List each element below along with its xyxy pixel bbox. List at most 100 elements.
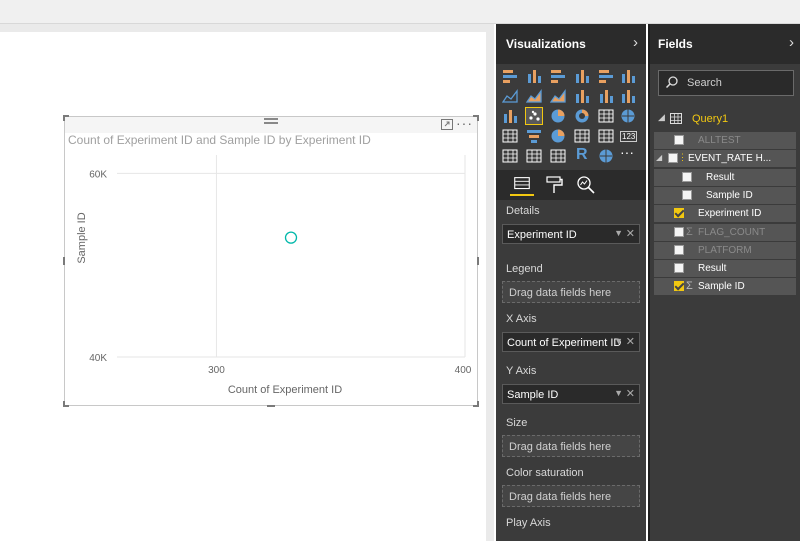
y-axis-field-pill[interactable]: Sample ID ▼ ✕ bbox=[502, 384, 640, 404]
field-row-experiment-id[interactable]: Experiment ID bbox=[654, 205, 796, 223]
field-row-result[interactable]: Result bbox=[654, 168, 796, 186]
matrix-icon[interactable] bbox=[550, 148, 566, 164]
clustered-bar-chart-icon[interactable] bbox=[550, 68, 566, 84]
field-checkbox[interactable] bbox=[674, 281, 684, 292]
field-row-result[interactable]: Result bbox=[654, 260, 796, 278]
ribbon-chart-icon[interactable] bbox=[620, 88, 636, 104]
scatter-chart-visual[interactable]: ··· Count of Experiment ID and Sample ID… bbox=[63, 115, 479, 407]
y-axis-field-name: Sample ID bbox=[507, 389, 559, 401]
scatter-point[interactable] bbox=[284, 231, 298, 244]
globe-map-icon[interactable] bbox=[598, 148, 614, 164]
field-row-platform[interactable]: PLATFORM bbox=[654, 241, 796, 259]
field-checkbox[interactable] bbox=[668, 153, 678, 164]
clustered-column-chart-icon[interactable] bbox=[574, 68, 590, 84]
details-field-pill[interactable]: Experiment ID ▼ ✕ bbox=[502, 224, 640, 244]
fields-tab-icon[interactable] bbox=[510, 174, 534, 196]
line-clustered-column-icon[interactable] bbox=[598, 88, 614, 104]
filled-map-icon[interactable] bbox=[502, 128, 518, 144]
field-row-flag-count[interactable]: Σ FLAG_COUNT bbox=[654, 223, 796, 241]
fields-pane: Fields › ◢ Query1 ALLTEST ◢ ⋮EVENT_RATE H.… bbox=[648, 24, 800, 541]
more-visuals-icon[interactable]: ··· bbox=[620, 144, 636, 164]
size-drop-zone[interactable]: Drag data fields here bbox=[502, 435, 640, 457]
fields-search-input[interactable] bbox=[687, 76, 787, 90]
stacked-bar-chart-icon[interactable] bbox=[502, 68, 518, 84]
search-icon bbox=[665, 76, 678, 89]
remove-field-close-icon[interactable]: ✕ bbox=[626, 387, 635, 400]
kpi-icon[interactable]: 123 bbox=[620, 128, 638, 144]
line-column-chart-icon[interactable] bbox=[574, 88, 590, 104]
100-stacked-bar-icon[interactable] bbox=[598, 68, 614, 84]
color-saturation-drop-zone[interactable]: Drag data fields here bbox=[502, 485, 640, 507]
visualization-tabs bbox=[496, 170, 646, 200]
100-stacked-column-icon[interactable] bbox=[620, 68, 636, 84]
y-axis-well-label: Y Axis bbox=[506, 365, 537, 377]
analytics-magnifier-icon[interactable] bbox=[574, 174, 598, 196]
r-script-visual-icon[interactable]: R bbox=[574, 146, 590, 164]
field-checkbox[interactable] bbox=[682, 171, 692, 182]
field-checkbox[interactable] bbox=[674, 208, 684, 219]
field-row-sample-id[interactable]: Sample ID bbox=[654, 186, 796, 204]
remove-field-close-icon[interactable]: ✕ bbox=[626, 227, 635, 240]
chevron-down-icon[interactable]: ▼ bbox=[614, 228, 623, 238]
collapse-table-arrow-icon[interactable]: ◢ bbox=[658, 112, 665, 123]
resize-handle-tl-v[interactable] bbox=[63, 115, 65, 121]
focus-mode-icon[interactable] bbox=[441, 119, 453, 130]
y-axis-title: Sample ID bbox=[76, 212, 88, 263]
area-chart-icon[interactable] bbox=[525, 88, 542, 104]
field-row-event-rate-h[interactable]: ◢ ⋮ EVENT_RATE H... bbox=[654, 150, 796, 168]
field-row-sample-id[interactable]: Σ Sample ID bbox=[654, 278, 796, 296]
visualizations-title: Visualizations bbox=[506, 37, 586, 51]
chevron-down-icon[interactable]: ▼ bbox=[614, 336, 623, 346]
resize-handle-left[interactable] bbox=[63, 257, 65, 265]
treemap-icon[interactable] bbox=[598, 108, 614, 124]
legend-drop-zone[interactable]: Drag data fields here bbox=[502, 281, 640, 303]
collapse-visualizations-chevron-icon[interactable]: › bbox=[633, 34, 638, 51]
donut-chart-icon[interactable] bbox=[574, 108, 590, 124]
visualizations-header: Visualizations › bbox=[496, 24, 646, 64]
table-query1-row[interactable]: ◢ Query1 bbox=[650, 110, 800, 128]
stacked-area-chart-icon[interactable] bbox=[549, 88, 566, 104]
collapse-fields-chevron-icon[interactable]: › bbox=[789, 34, 794, 51]
table-visual-icon[interactable] bbox=[526, 148, 542, 164]
table-icon bbox=[670, 113, 682, 124]
card-icon[interactable] bbox=[574, 128, 590, 144]
resize-handle-bottom[interactable] bbox=[267, 405, 275, 407]
multi-row-card-icon[interactable] bbox=[598, 128, 614, 144]
gauge-icon[interactable] bbox=[550, 128, 566, 144]
slicer-icon[interactable] bbox=[502, 148, 518, 164]
line-chart-icon[interactable] bbox=[501, 88, 518, 104]
report-page[interactable]: ··· Count of Experiment ID and Sample ID… bbox=[0, 32, 486, 541]
field-checkbox[interactable] bbox=[674, 226, 684, 237]
field-checkbox[interactable] bbox=[674, 244, 684, 255]
sigma-icon: Σ bbox=[686, 280, 693, 293]
field-label: Experiment ID bbox=[698, 208, 762, 220]
waterfall-chart-icon[interactable] bbox=[502, 108, 518, 124]
field-checkbox[interactable] bbox=[682, 189, 692, 200]
color-saturation-well-label: Color saturation bbox=[506, 467, 584, 479]
visual-header: ··· bbox=[65, 115, 477, 133]
field-checkbox[interactable] bbox=[674, 263, 684, 274]
play-axis-well-label: Play Axis bbox=[506, 517, 551, 529]
pie-chart-icon[interactable] bbox=[550, 108, 566, 124]
field-checkbox[interactable] bbox=[674, 135, 684, 145]
resize-handle-bl-v[interactable] bbox=[63, 401, 65, 407]
x-axis-field-pill[interactable]: Count of Experiment ID ▼ ✕ bbox=[502, 332, 640, 352]
resize-handle-right[interactable] bbox=[477, 257, 479, 265]
resize-handle-tr-v[interactable] bbox=[477, 115, 479, 121]
expand-hierarchy-arrow-icon[interactable]: ◢ bbox=[656, 153, 662, 162]
scatter-chart-icon[interactable] bbox=[525, 107, 543, 125]
stacked-column-chart-icon[interactable] bbox=[526, 68, 542, 84]
field-row-alltest[interactable]: ALLTEST bbox=[654, 132, 796, 149]
x-axis-title: Count of Experiment ID bbox=[228, 384, 342, 396]
resize-handle-br-v[interactable] bbox=[477, 401, 479, 407]
map-icon[interactable] bbox=[620, 108, 636, 124]
remove-field-close-icon[interactable]: ✕ bbox=[626, 335, 635, 348]
funnel-chart-icon[interactable] bbox=[526, 128, 542, 144]
drag-grip-icon[interactable] bbox=[264, 118, 278, 124]
size-drop-hint: Drag data fields here bbox=[509, 441, 612, 453]
fields-search-box[interactable] bbox=[658, 70, 794, 96]
ribbon-strip bbox=[0, 0, 800, 24]
chevron-down-icon[interactable]: ▼ bbox=[614, 388, 623, 398]
more-options-icon[interactable]: ··· bbox=[456, 115, 473, 131]
format-paint-roller-icon[interactable] bbox=[542, 174, 566, 196]
